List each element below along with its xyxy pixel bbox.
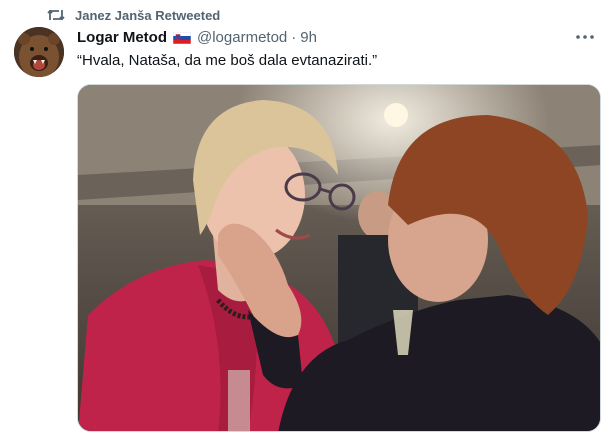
tweet-photo[interactable] bbox=[77, 84, 601, 432]
user-handle[interactable]: @logarmetod bbox=[197, 29, 287, 46]
tweet-header: Logar Metod @logarmetod · 9h bbox=[77, 27, 317, 47]
tweet-timestamp[interactable]: 9h bbox=[300, 29, 317, 46]
display-name[interactable]: Logar Metod bbox=[77, 29, 167, 46]
avatar[interactable] bbox=[14, 27, 64, 77]
retweet-icon bbox=[47, 7, 65, 23]
slovenia-flag-icon bbox=[172, 31, 192, 45]
separator-dot: · bbox=[291, 28, 297, 46]
retweet-label[interactable]: Janez Janša Retweeted bbox=[75, 8, 220, 23]
more-options-icon[interactable] bbox=[573, 28, 597, 46]
retweet-context[interactable]: Janez Janša Retweeted bbox=[47, 5, 220, 25]
tweet-text: “Hvala, Nataša, da me boš dala evtanazir… bbox=[77, 52, 378, 69]
